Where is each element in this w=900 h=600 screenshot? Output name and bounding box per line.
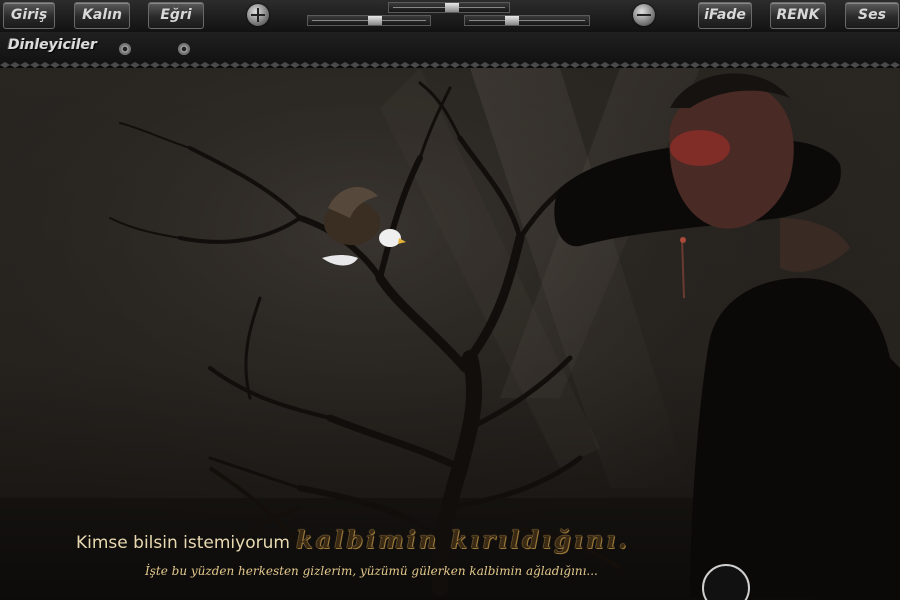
scene-artwork <box>0 68 900 600</box>
toolbar: Giriş Kalın Eğri iFade RENK Ses <box>0 0 900 32</box>
kalin-button[interactable]: Kalın <box>74 2 130 29</box>
top-slider[interactable] <box>388 2 510 13</box>
listeners-option-icon[interactable] <box>178 43 190 55</box>
caption-script: kalbimin kırıldığını. <box>295 525 630 554</box>
background-scene <box>0 68 900 600</box>
plus-icon[interactable] <box>247 4 269 26</box>
subcaption: İşte bu yüzden herkesten gizlerim, yüzüm… <box>145 564 598 578</box>
listeners-toggle-icon[interactable] <box>119 43 131 55</box>
ifade-button[interactable]: iFade <box>698 2 752 29</box>
right-slider[interactable] <box>464 15 590 26</box>
caption-plain: Kimse bilsin istemiyorum <box>76 533 290 553</box>
caption-line: Kimse bilsin istemiyorum kalbimin kırıldı… <box>76 525 630 554</box>
minus-icon[interactable] <box>633 4 655 26</box>
left-slider[interactable] <box>307 15 431 26</box>
renk-button[interactable]: RENK <box>770 2 826 29</box>
ses-button[interactable]: Ses <box>845 2 899 29</box>
listeners-label[interactable]: Dinleyiciler <box>8 37 97 53</box>
giris-button[interactable]: Giriş <box>3 2 55 29</box>
egri-button[interactable]: Eğri <box>148 2 204 29</box>
listeners-bar: Dinleyiciler <box>0 32 900 66</box>
